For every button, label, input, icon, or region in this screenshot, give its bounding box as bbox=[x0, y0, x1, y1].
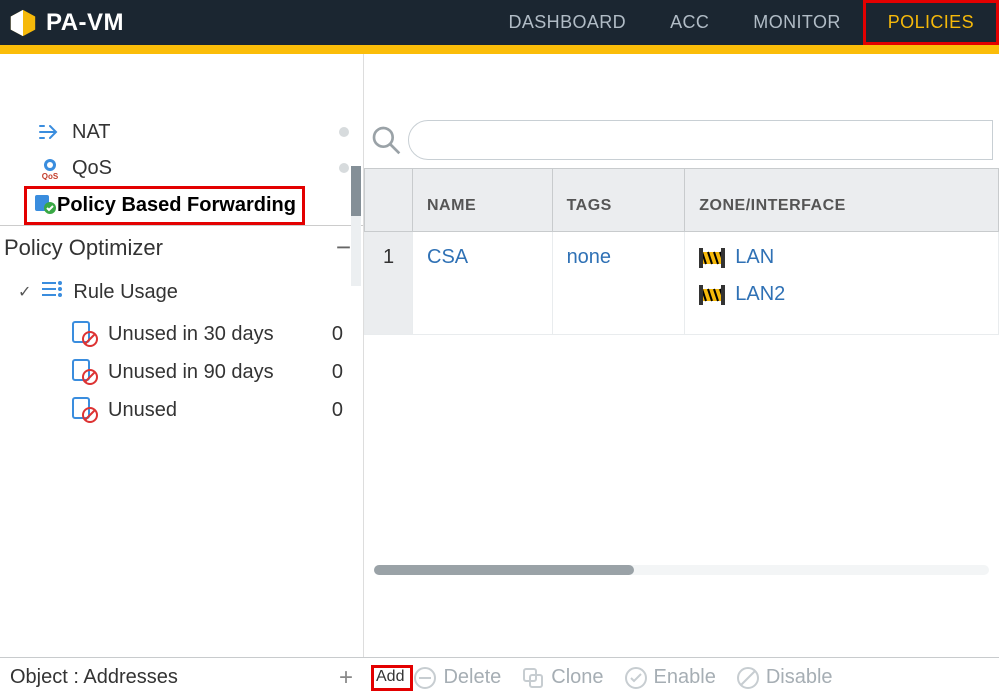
sidebar-item-label: Unused bbox=[108, 399, 177, 422]
delete-button[interactable]: Delete bbox=[413, 666, 501, 690]
unused-icon bbox=[72, 397, 98, 423]
dot-icon bbox=[339, 163, 349, 173]
sidebar-item-unused-90[interactable]: Unused in 90 days 0 bbox=[0, 353, 363, 391]
sidebar-item-nat[interactable]: NAT bbox=[0, 114, 363, 150]
sidebar-item-label: Unused in 90 days bbox=[108, 361, 274, 384]
logo-icon bbox=[8, 8, 38, 38]
svg-text:QoS: QoS bbox=[42, 172, 59, 180]
policy-tags[interactable]: none bbox=[567, 246, 612, 268]
disable-button[interactable]: Disable bbox=[736, 666, 833, 690]
qos-icon: QoS bbox=[38, 156, 62, 180]
action-label: Enable bbox=[654, 666, 716, 689]
sidebar-item-label: NAT bbox=[72, 121, 111, 144]
accent-bar bbox=[0, 45, 999, 54]
action-bar: Add Delete Clone Enable Disable bbox=[363, 657, 999, 697]
chevron-down-icon: ✓ bbox=[18, 282, 31, 302]
header: PA-VM DASHBOARD ACC MONITOR POLICIES bbox=[0, 0, 999, 45]
zone-icon bbox=[699, 248, 725, 268]
zone-entry[interactable]: LAN2 bbox=[699, 283, 984, 306]
section-title: Policy Optimizer bbox=[4, 235, 163, 261]
col-name-header[interactable]: NAME bbox=[413, 169, 553, 232]
search-icon[interactable] bbox=[370, 124, 402, 156]
pbf-icon bbox=[33, 191, 57, 220]
nat-icon bbox=[38, 120, 62, 144]
add-button[interactable]: Add bbox=[371, 665, 413, 691]
collapse-icon[interactable]: − bbox=[336, 232, 351, 263]
sidebar-item-unused-30[interactable]: Unused in 30 days 0 bbox=[0, 315, 363, 353]
ban-icon bbox=[736, 666, 760, 690]
dot-icon bbox=[339, 127, 349, 137]
zone-icon bbox=[699, 285, 725, 305]
section-policy-optimizer[interactable]: Policy Optimizer − bbox=[0, 225, 363, 269]
action-label: Disable bbox=[766, 666, 833, 689]
table-header-row: NAME TAGS ZONE/INTERFACE bbox=[365, 169, 999, 232]
bottom-panel-object[interactable]: Object : Addresses + bbox=[0, 657, 363, 697]
zone-entry[interactable]: LAN bbox=[699, 246, 984, 269]
scrollbar-thumb[interactable] bbox=[351, 166, 361, 216]
sidebar-item-unused[interactable]: Unused 0 bbox=[0, 391, 363, 429]
nav: DASHBOARD ACC MONITOR POLICIES bbox=[486, 0, 999, 45]
minus-circle-icon bbox=[413, 666, 437, 690]
sidebar-item-label: Rule Usage bbox=[73, 281, 178, 304]
enable-button[interactable]: Enable bbox=[624, 666, 716, 690]
count-value: 0 bbox=[332, 323, 351, 346]
search-input[interactable] bbox=[408, 120, 993, 160]
unused-icon bbox=[72, 321, 98, 347]
row-number: 1 bbox=[365, 232, 413, 335]
sidebar-item-label: Unused in 30 days bbox=[108, 323, 274, 346]
sidebar-item-qos[interactable]: QoS QoS bbox=[0, 150, 363, 186]
zone-label: LAN2 bbox=[735, 283, 785, 306]
action-label: Clone bbox=[551, 666, 603, 689]
bottom-panel-label: Object : Addresses bbox=[10, 666, 178, 689]
sidebar-item-rule-usage[interactable]: ✓ Rule Usage bbox=[0, 269, 363, 315]
sidebar-item-policy-based-forwarding[interactable]: Policy Based Forwarding bbox=[24, 186, 305, 225]
sidebar-list: NAT QoS QoS Policy Based Forwarding bbox=[0, 112, 363, 225]
nav-dashboard[interactable]: DASHBOARD bbox=[486, 0, 648, 45]
policy-name-link[interactable]: CSA bbox=[427, 246, 468, 268]
sidebar-item-label: Policy Based Forwarding bbox=[57, 194, 296, 217]
policies-table: NAME TAGS ZONE/INTERFACE 1 CSA none LAN bbox=[364, 168, 999, 335]
action-label: Delete bbox=[443, 666, 501, 689]
nav-policies[interactable]: POLICIES bbox=[863, 0, 999, 45]
sidebar-item-label: QoS bbox=[72, 157, 112, 180]
nav-acc[interactable]: ACC bbox=[648, 0, 731, 45]
col-tags-header[interactable]: TAGS bbox=[552, 169, 685, 232]
sidebar: NAT QoS QoS Policy Based Forwarding bbox=[0, 54, 363, 657]
clone-icon bbox=[521, 666, 545, 690]
check-circle-icon bbox=[624, 666, 648, 690]
clone-button[interactable]: Clone bbox=[521, 666, 603, 690]
search-row bbox=[364, 112, 999, 168]
zone-label: LAN bbox=[735, 246, 774, 269]
action-label: Add bbox=[376, 668, 404, 686]
scrollbar-thumb[interactable] bbox=[374, 565, 634, 575]
col-zone-header[interactable]: ZONE/INTERFACE bbox=[685, 169, 999, 232]
table-row[interactable]: 1 CSA none LAN LAN2 bbox=[365, 232, 999, 335]
logo: PA-VM bbox=[0, 8, 124, 38]
plus-icon[interactable]: + bbox=[339, 664, 353, 692]
count-value: 0 bbox=[332, 361, 351, 384]
col-num-header bbox=[365, 169, 413, 232]
count-value: 0 bbox=[332, 399, 351, 422]
nav-monitor[interactable]: MONITOR bbox=[731, 0, 862, 45]
app-title: PA-VM bbox=[46, 9, 124, 37]
main: NAT QoS QoS Policy Based Forwarding bbox=[0, 54, 999, 657]
content: NAME TAGS ZONE/INTERFACE 1 CSA none LAN bbox=[363, 54, 999, 657]
unused-icon bbox=[72, 359, 98, 385]
rule-usage-icon bbox=[39, 277, 63, 307]
horizontal-scrollbar bbox=[364, 565, 999, 579]
